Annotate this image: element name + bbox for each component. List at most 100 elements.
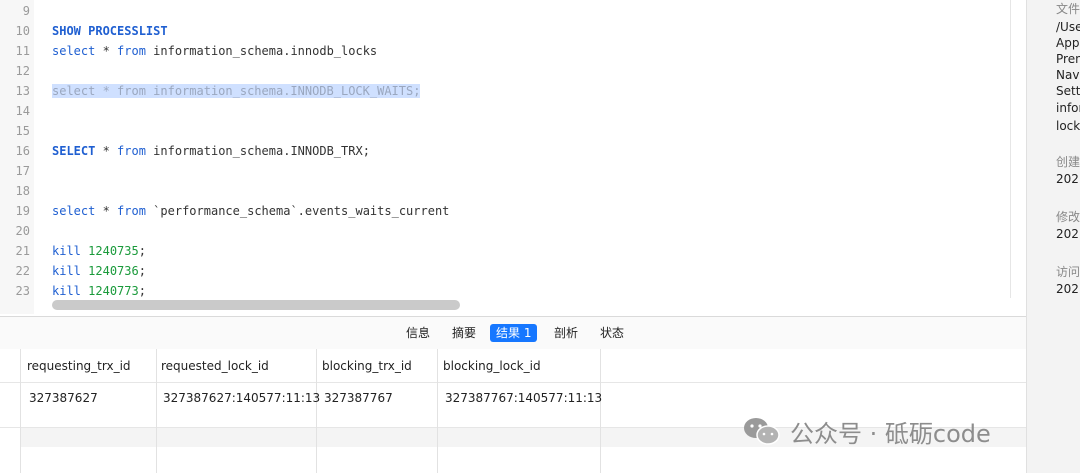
watermark-text: 公众号 · 砥砺code — [790, 419, 991, 448]
code-text[interactable]: select * from `performance_schema`.event… — [52, 201, 449, 221]
code-line[interactable]: 10 SHOW PROCESSLIST — [0, 21, 1026, 41]
code-line[interactable]: 14 — [0, 101, 1026, 121]
code-token: SHOW PROCESSLIST — [52, 24, 168, 38]
code-line[interactable]: 23 kill 1240773; — [0, 281, 1026, 301]
tab-info[interactable]: 信息 — [406, 324, 430, 342]
accessed-label: 访问 — [1056, 265, 1080, 279]
code-token: select — [52, 44, 96, 58]
cell-blocking-trx-id[interactable]: 327387767 — [324, 391, 393, 405]
created-label: 创建 — [1056, 155, 1080, 169]
header-divider — [0, 382, 1026, 383]
code-token: select — [52, 204, 96, 218]
code-token: kill — [52, 264, 81, 278]
code-token: 1240735 — [88, 244, 139, 258]
modified-value: 202 — [1056, 227, 1079, 241]
code-line[interactable]: 15 — [0, 121, 1026, 141]
code-text[interactable]: select * from information_schema.INNODB_… — [52, 81, 421, 101]
code-token: from — [117, 144, 146, 158]
line-number: 12 — [15, 64, 30, 78]
code-line[interactable]: 19 select * from `performance_schema`.eve… — [0, 201, 1026, 221]
code-token: ; — [138, 244, 146, 258]
line-number: 17 — [15, 164, 30, 178]
editor-divider — [1010, 0, 1011, 298]
code-line[interactable]: 13 select * from information_schema.INNOD… — [0, 81, 1026, 101]
code-text[interactable]: kill 1240735; — [52, 241, 146, 261]
column-divider[interactable] — [156, 349, 157, 473]
modified-label: 修改 — [1056, 210, 1080, 224]
line-number: 14 — [15, 104, 30, 118]
file-path-line: App — [1056, 36, 1080, 50]
line-number: 15 — [15, 124, 30, 138]
code-token: ; — [138, 264, 146, 278]
code-token: kill — [52, 284, 81, 298]
result-grid[interactable]: requesting_trx_id requested_lock_id bloc… — [0, 349, 1026, 473]
code-token: ; — [138, 284, 146, 298]
code-token: `performance_schema`.events_waits_curren… — [145, 204, 450, 218]
column-divider[interactable] — [437, 349, 438, 473]
sql-editor[interactable]: 9 10 SHOW PROCESSLIST 11 select * from infor… — [0, 0, 1026, 314]
line-number: 13 — [15, 84, 30, 98]
column-header-blocking-lock-id[interactable]: blocking_lock_id — [443, 359, 541, 373]
column-divider — [20, 349, 21, 473]
code-line[interactable]: 22 kill 1240736; — [0, 261, 1026, 281]
code-text[interactable]: select * from information_schema.innodb_… — [52, 41, 377, 61]
tab-result-1[interactable]: 结果 1 — [490, 324, 538, 342]
wechat-icon — [742, 416, 782, 446]
code-line[interactable]: 16 SELECT * from information_schema.INNOD… — [0, 141, 1026, 161]
code-token: * — [95, 44, 118, 58]
line-number: 19 — [15, 204, 30, 218]
code-line[interactable]: 12 — [0, 61, 1026, 81]
code-token: * — [95, 144, 118, 158]
code-line[interactable]: 21 kill 1240735; — [0, 241, 1026, 261]
accessed-value: 202 — [1056, 282, 1079, 296]
file-label: 文件 — [1056, 2, 1080, 16]
created-value: 202 — [1056, 172, 1079, 186]
tab-profile[interactable]: 剖析 — [554, 324, 578, 342]
column-divider[interactable] — [600, 349, 601, 473]
line-number: 10 — [15, 24, 30, 38]
code-token: from — [117, 204, 146, 218]
code-token: information_schema.INNODB_TRX; — [145, 144, 370, 158]
cell-requested-lock-id[interactable]: 327387627:140577:11:13 — [163, 391, 320, 405]
result-tab-bar: 信息 摘要 结果 1 剖析 状态 — [0, 316, 1026, 350]
line-number: 16 — [15, 144, 30, 158]
code-text[interactable]: SELECT * from information_schema.INNODB_… — [52, 141, 370, 161]
cell-blocking-lock-id[interactable]: 327387767:140577:11:13 — [445, 391, 602, 405]
file-path-line: lock — [1056, 119, 1080, 133]
watermark: 公众号 · 砥砺code — [742, 414, 991, 448]
tab-status[interactable]: 状态 — [600, 324, 624, 342]
column-divider[interactable] — [316, 349, 317, 473]
cell-requesting-trx-id[interactable]: 327387627 — [29, 391, 98, 405]
code-token: from — [117, 44, 146, 58]
column-header-requesting-trx-id[interactable]: requesting_trx_id — [27, 359, 131, 373]
column-header-requested-lock-id[interactable]: requested_lock_id — [161, 359, 269, 373]
code-line[interactable]: 18 — [0, 181, 1026, 201]
line-number: 9 — [22, 4, 30, 18]
code-line[interactable]: 11 select * from information_schema.innod… — [0, 41, 1026, 61]
code-text[interactable]: SHOW PROCESSLIST — [52, 21, 168, 41]
file-path-line: Sett — [1056, 84, 1080, 98]
tab-summary[interactable]: 摘要 — [452, 324, 476, 342]
file-path-line: Nav — [1056, 68, 1080, 82]
line-number: 23 — [15, 284, 30, 298]
line-number: 22 — [15, 264, 30, 278]
code-line[interactable]: 17 — [0, 161, 1026, 181]
code-token: * — [95, 204, 118, 218]
selected-text: select * from information_schema.INNODB_… — [52, 84, 421, 98]
code-token: kill — [52, 244, 81, 258]
horizontal-scrollbar[interactable] — [52, 300, 460, 310]
object-info-panel: 文件 /Use App Pren Nav Sett infor lock 创建 … — [1026, 0, 1080, 473]
line-number: 11 — [15, 44, 30, 58]
file-path-line: Pren — [1056, 52, 1080, 66]
code-line[interactable]: 9 — [0, 1, 1026, 21]
code-token: SELECT — [52, 144, 96, 158]
column-header-blocking-trx-id[interactable]: blocking_trx_id — [322, 359, 412, 373]
code-token: 1240773 — [88, 284, 139, 298]
file-path-line: /Use — [1056, 20, 1080, 34]
code-text[interactable]: kill 1240736; — [52, 261, 146, 281]
line-number: 18 — [15, 184, 30, 198]
line-number: 20 — [15, 224, 30, 238]
code-line[interactable]: 20 — [0, 221, 1026, 241]
code-text[interactable]: kill 1240773; — [52, 281, 146, 301]
code-token: 1240736 — [88, 264, 139, 278]
